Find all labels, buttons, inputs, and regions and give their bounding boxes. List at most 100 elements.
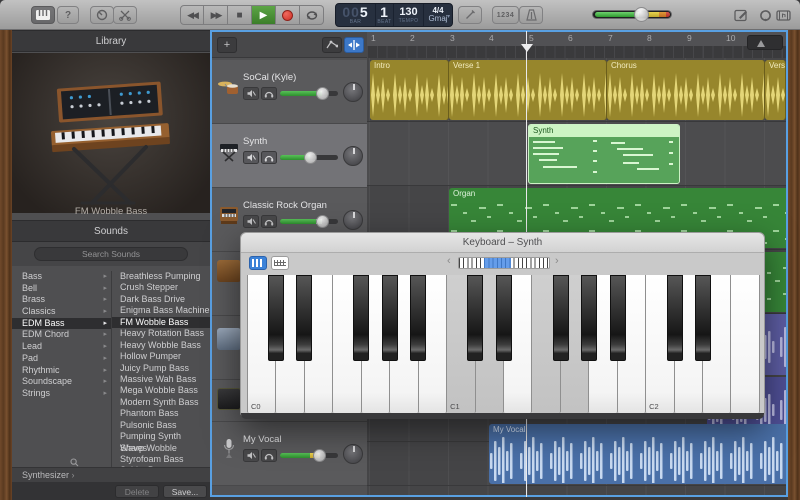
metronome-button[interactable] [519, 6, 543, 24]
sound-row[interactable]: Heavy Wobble Bass [112, 340, 210, 351]
track-volume-slider[interactable] [280, 453, 338, 458]
media-browser-button[interactable] [772, 6, 794, 24]
track-header-synth[interactable]: Synth [212, 124, 367, 188]
master-volume-slider[interactable] [592, 10, 672, 19]
sound-row[interactable]: Pumping Synth Waves [112, 431, 210, 442]
piano-key-Cs1[interactable] [467, 275, 483, 361]
region-intro[interactable]: Intro [370, 60, 449, 120]
piano-key-As1[interactable] [610, 275, 626, 361]
sound-row[interactable]: Massive Wah Bass [112, 374, 210, 385]
piano-key-Ds0[interactable] [296, 275, 312, 361]
track-header-vocal[interactable]: My Vocal [212, 422, 367, 486]
footer-row[interactable]: Synthesizer › [12, 467, 210, 482]
forward-button[interactable]: ▶▶ [204, 5, 228, 25]
octave-up-button[interactable]: › [555, 255, 559, 267]
category-row[interactable]: EDM Chord▸ [12, 329, 111, 341]
sound-row[interactable]: Dark Bass Drive [112, 294, 210, 305]
piano-key-Cs2[interactable] [667, 275, 683, 361]
typing-mode-button[interactable] [271, 256, 289, 270]
piano-key-As0[interactable] [410, 275, 426, 361]
pan-knob[interactable] [343, 210, 363, 230]
piano-key-Fs1[interactable] [553, 275, 569, 361]
piano-key-F2[interactable] [731, 275, 759, 413]
volume-knob[interactable] [316, 87, 329, 100]
master-volume-knob[interactable] [634, 7, 649, 22]
lcd-display[interactable]: 005 BAR 1 BEAT 130 TEMPO 4/4 Gmaj ▾ [335, 3, 453, 27]
smart-controls-button[interactable] [90, 6, 114, 24]
sound-row[interactable]: Phantom Bass [112, 408, 210, 419]
piano-key-Gs1[interactable] [581, 275, 597, 361]
piano-key-Cs0[interactable] [268, 275, 284, 361]
track-volume-slider[interactable] [280, 155, 338, 160]
solo-button[interactable] [261, 151, 277, 164]
chevron-down-icon[interactable]: ▾ [447, 13, 450, 20]
category-row[interactable]: Brass▸ [12, 294, 111, 306]
piano-key-Ds2[interactable] [695, 275, 711, 361]
catch-playhead-button[interactable] [344, 37, 364, 53]
pan-knob[interactable] [343, 82, 363, 102]
add-track-button[interactable]: + [217, 37, 237, 53]
sound-row[interactable]: Sharp Wobble [112, 443, 210, 454]
cycle-button[interactable] [300, 5, 324, 25]
sound-row[interactable]: Modern Synth Bass [112, 397, 210, 408]
volume-knob[interactable] [304, 151, 317, 164]
pan-knob[interactable] [343, 146, 363, 166]
octave-selection[interactable] [484, 258, 511, 268]
category-row[interactable]: Bass▸ [12, 271, 111, 283]
mute-button[interactable] [243, 87, 259, 100]
region-verse2[interactable]: Verse 2 [765, 60, 786, 120]
solo-button[interactable] [261, 87, 277, 100]
sound-row[interactable]: Styrofoam Bass [112, 454, 210, 465]
sound-row[interactable]: Heavy Rotation Bass [112, 328, 210, 339]
volume-knob[interactable] [316, 215, 329, 228]
keyboard-window[interactable]: Keyboard – Synth ‹ › C0 C1 C2 [240, 232, 765, 418]
editors-button[interactable] [113, 6, 137, 24]
category-row-selected[interactable]: EDM Bass▸ [12, 318, 111, 330]
record-button[interactable] [276, 5, 300, 25]
playhead-marker[interactable] [521, 44, 533, 52]
zoom-slider[interactable] [747, 35, 783, 50]
play-button[interactable]: ▶ [252, 5, 276, 25]
sound-row[interactable]: Juicy Pump Bass [112, 363, 210, 374]
track-volume-slider[interactable] [280, 219, 338, 224]
automation-button[interactable] [322, 37, 342, 53]
rewind-button[interactable]: ◀◀ [180, 5, 204, 25]
pan-knob[interactable] [343, 444, 363, 464]
octave-range-strip[interactable] [458, 257, 550, 269]
save-button[interactable]: Save... [163, 485, 207, 498]
sound-row[interactable]: Enigma Bass Machine [112, 305, 210, 316]
region-verse1[interactable]: Verse 1 [449, 60, 607, 120]
category-row[interactable]: Bell▸ [12, 283, 111, 295]
category-row[interactable]: Rhythmic▸ [12, 365, 111, 377]
mute-button[interactable] [243, 449, 259, 462]
category-row[interactable]: Lead▸ [12, 341, 111, 353]
piano-mode-button[interactable] [249, 256, 267, 270]
quick-help-button[interactable]: ? [57, 6, 79, 24]
sound-row[interactable]: Pulsonic Bass [112, 420, 210, 431]
category-row[interactable]: Pad▸ [12, 353, 111, 365]
tuner-button[interactable] [458, 6, 482, 24]
mute-button[interactable] [243, 151, 259, 164]
piano-key-Ds1[interactable] [496, 275, 512, 361]
sound-row-selected[interactable]: FM Wobble Bass [112, 317, 210, 328]
stop-button[interactable]: ■ [228, 5, 252, 25]
sound-row[interactable]: Hollow Pumper [112, 351, 210, 362]
sound-row[interactable]: Mega Wobble Bass [112, 385, 210, 396]
octave-down-button[interactable]: ‹ [447, 255, 451, 267]
mute-button[interactable] [243, 215, 259, 228]
notepad-button[interactable] [730, 6, 752, 24]
track-volume-slider[interactable] [280, 91, 338, 96]
category-row[interactable]: Classics▸ [12, 306, 111, 318]
count-in-button[interactable]: 1234 [492, 6, 519, 24]
piano-key-Gs0[interactable] [382, 275, 398, 361]
sound-row[interactable]: Crush Stepper [112, 282, 210, 293]
time-ruler[interactable]: 1 2 3 4 5 6 7 8 9 10 [367, 32, 786, 58]
region-chorus[interactable]: Chorus [607, 60, 765, 120]
delete-button[interactable]: Delete [115, 485, 159, 498]
volume-knob[interactable] [313, 449, 326, 462]
region-synth[interactable]: Synth [528, 124, 680, 184]
region-vocal[interactable]: My Vocal [489, 424, 786, 484]
search-sounds-input[interactable] [34, 247, 188, 261]
solo-button[interactable] [261, 215, 277, 228]
piano-key-Fs0[interactable] [353, 275, 369, 361]
